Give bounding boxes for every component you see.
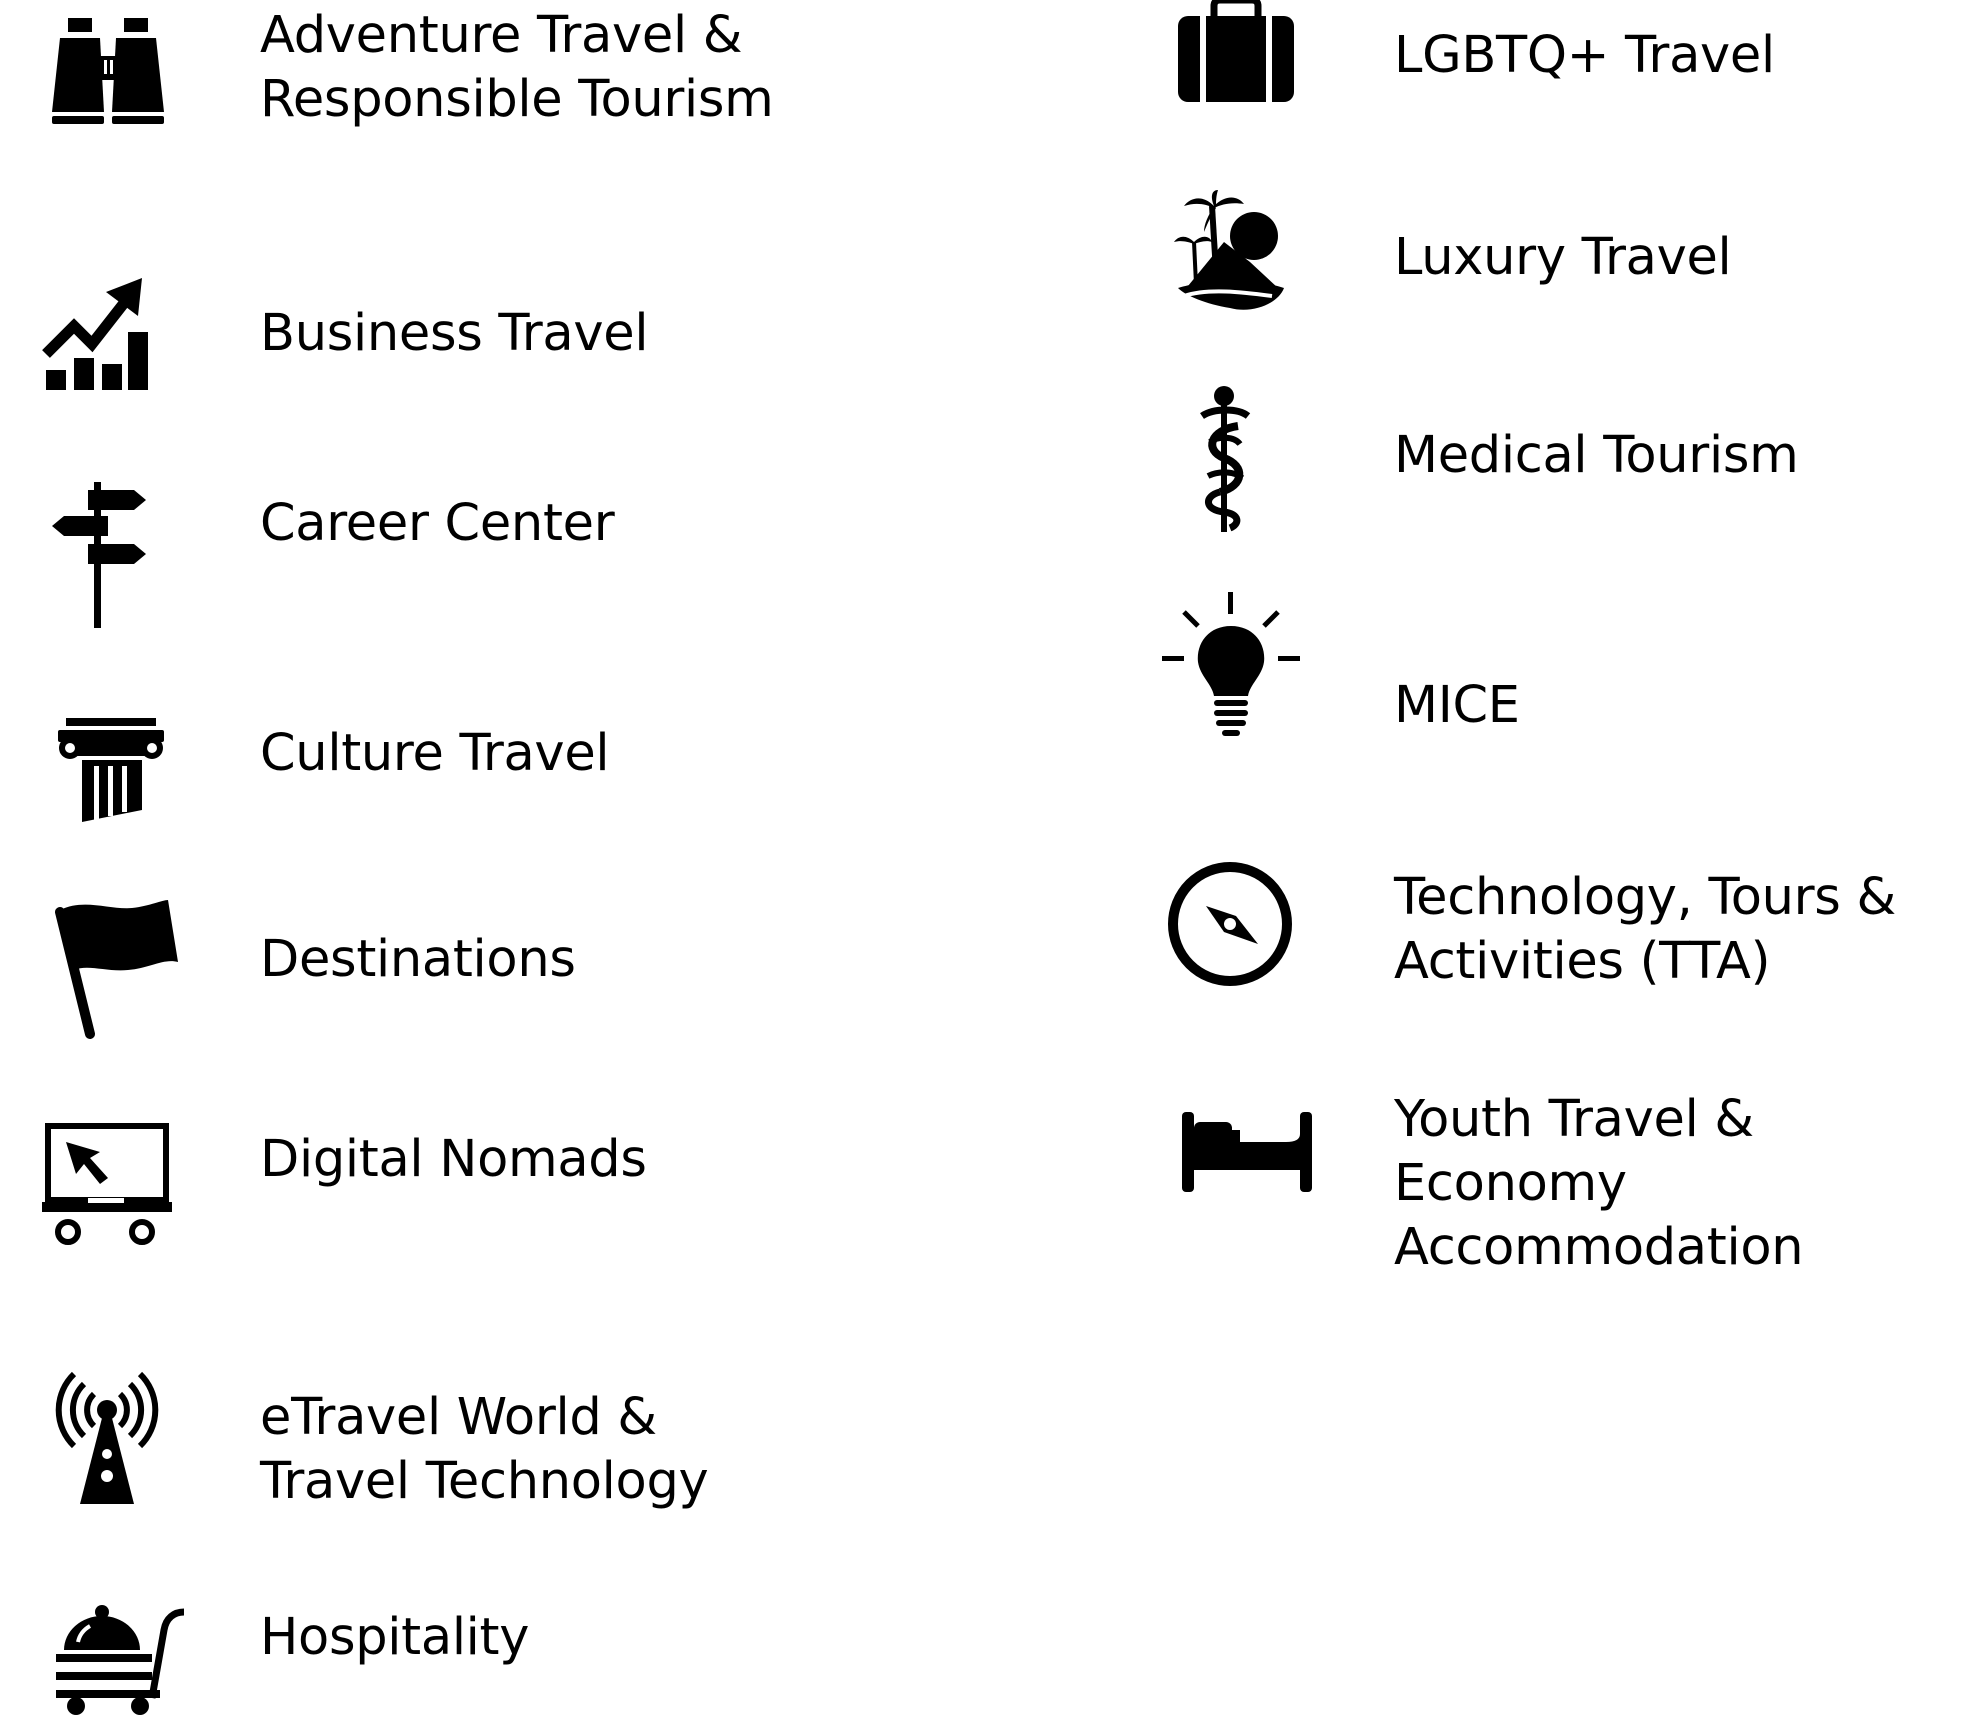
category-label: Luxury Travel (1394, 228, 1732, 287)
category-mice[interactable]: MICE (1130, 580, 1977, 750)
category-label: Adventure Travel & Responsible Tourism (260, 6, 774, 129)
compass-icon (1166, 860, 1294, 988)
category-digital-nomads[interactable]: Digital Nomads (0, 1090, 1100, 1270)
suitcase-icon (1178, 0, 1294, 102)
flag-icon (54, 898, 178, 1039)
category-adventure-travel[interactable]: Adventure Travel & Responsible Tourism (0, 0, 1100, 200)
room-service-cart-icon (56, 1602, 186, 1716)
category-label: Business Travel (260, 304, 649, 363)
category-technology-tours-activities[interactable]: Technology, Tours & Activities (TTA) (1130, 840, 1977, 1010)
category-label: Youth Travel & Economy Accommodation (1394, 1090, 1804, 1277)
category-label: Technology, Tours & Activities (TTA) (1394, 868, 1896, 991)
category-label: MICE (1394, 676, 1520, 735)
island-icon (1172, 190, 1290, 314)
category-lgbtq-travel[interactable]: LGBTQ+ Travel (1130, 0, 1977, 150)
caduceus-icon (1190, 386, 1260, 532)
category-culture-travel[interactable]: Culture Travel (0, 690, 1100, 840)
category-label: Destinations (260, 930, 576, 989)
laptop-cart-icon (42, 1123, 172, 1246)
category-label: Career Center (260, 494, 615, 553)
column-icon (58, 718, 164, 822)
category-label: Culture Travel (260, 724, 610, 783)
lightbulb-icon (1162, 592, 1300, 738)
category-career-center[interactable]: Career Center (0, 450, 1100, 640)
bed-icon (1182, 1112, 1312, 1192)
binoculars-icon (50, 16, 166, 128)
category-label: Hospitality (260, 1608, 530, 1667)
category-label: Medical Tourism (1394, 426, 1799, 485)
category-label: Digital Nomads (260, 1130, 647, 1189)
category-medical-tourism[interactable]: Medical Tourism (1130, 370, 1977, 550)
category-etravel-world[interactable]: eTravel World & Travel Technology (0, 1330, 1100, 1530)
category-youth-travel[interactable]: Youth Travel & Economy Accommodation (1130, 1060, 1977, 1277)
category-hospitality[interactable]: Hospitality (0, 1590, 1100, 1716)
category-business-travel[interactable]: Business Travel (0, 250, 1100, 420)
category-label: eTravel World & Travel Technology (260, 1388, 709, 1511)
growth-chart-icon (42, 278, 148, 390)
category-luxury-travel[interactable]: Luxury Travel (1130, 180, 1977, 350)
category-destinations[interactable]: Destinations (0, 870, 1100, 1040)
signpost-icon (52, 482, 148, 628)
antenna-icon (50, 1360, 164, 1506)
category-label: LGBTQ+ Travel (1394, 26, 1775, 85)
